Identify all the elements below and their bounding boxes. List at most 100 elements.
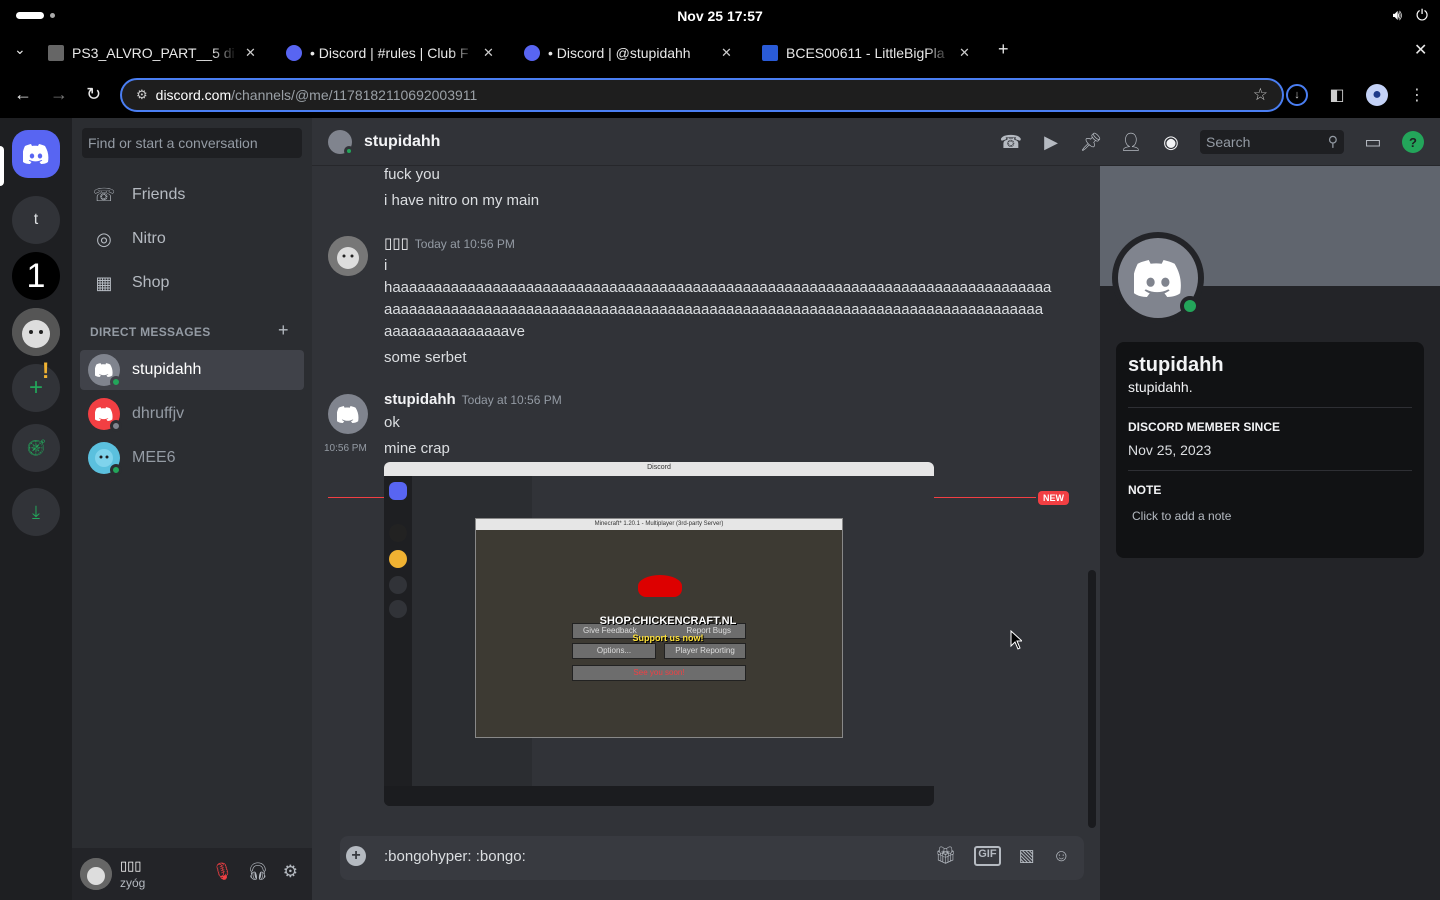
- server-1[interactable]: 1: [12, 252, 60, 300]
- download-icon: ⤓: [32, 501, 40, 522]
- server-t[interactable]: t: [12, 196, 60, 244]
- tab-discord-stupidahh[interactable]: • Discord | @stupidahh ✕: [524, 38, 732, 68]
- mute-mic-icon[interactable]: 🎙︎: [212, 862, 234, 882]
- chat-header: stupidahh ☎ ▶ 📌︎ 👤︎ ◉ Search ⚲ ▭ ?: [312, 118, 1440, 166]
- note-label: NOTE: [1128, 483, 1162, 497]
- address-bar[interactable]: ⚙ discord.com/channels/@me/1178182110692…: [120, 78, 1284, 112]
- nav-shop[interactable]: ▦ Shop: [80, 262, 304, 304]
- inbox-icon[interactable]: ▭: [1362, 131, 1384, 153]
- nav-friends[interactable]: ☏ Friends: [80, 174, 304, 216]
- close-tab-icon[interactable]: ✕: [959, 45, 970, 61]
- close-window-icon[interactable]: ✕: [1414, 40, 1427, 60]
- volume-icon[interactable]: 🔊︎: [1393, 7, 1402, 24]
- inner-server-icon: [389, 524, 407, 542]
- image-attachment[interactable]: Discord Minecraft* 1.20.1 - Multiplayer …: [384, 462, 934, 806]
- search-icon: ⚲: [1327, 133, 1338, 149]
- voice-call-icon[interactable]: ☎: [1000, 131, 1022, 153]
- attach-plus-icon[interactable]: +: [346, 846, 366, 866]
- search-input[interactable]: Search ⚲: [1200, 130, 1344, 154]
- new-badge: NEW: [1038, 491, 1069, 505]
- archive-icon: [48, 45, 64, 61]
- side-panel-icon[interactable]: ◧: [1326, 84, 1348, 106]
- system-clock[interactable]: Nov 25 17:57: [0, 8, 1440, 24]
- message-composer[interactable]: + :bongohyper: :bongo: 🎁︎ GIF ▧ ☺: [340, 836, 1084, 880]
- avatar[interactable]: [80, 858, 112, 890]
- dm-stupidahh[interactable]: stupidahh: [80, 350, 304, 390]
- add-server-button[interactable]: +: [12, 364, 60, 412]
- mouse-cursor-icon: [1010, 630, 1022, 650]
- note-input[interactable]: Click to add a note: [1132, 509, 1412, 523]
- message-author[interactable]: stupidahh: [384, 391, 456, 408]
- member-since-value: Nov 25, 2023: [1128, 442, 1212, 458]
- bookmark-star-icon[interactable]: ☆: [1253, 85, 1268, 105]
- browser-toolbar: ← → ↻ ⚙ discord.com/channels/@me/1178182…: [0, 72, 1440, 118]
- explore-servers-button[interactable]: 🧭︎: [12, 424, 60, 472]
- emoji-icon[interactable]: ☺: [1053, 846, 1070, 866]
- menu-icon[interactable]: ⋮: [1406, 84, 1428, 106]
- inner-server-icon: [389, 576, 407, 594]
- power-icon[interactable]: ⏻: [1416, 7, 1428, 24]
- tab-discord-rules[interactable]: • Discord | #rules | Club F ✕: [286, 38, 494, 68]
- avatar[interactable]: [328, 236, 368, 276]
- download-icon[interactable]: ↓: [1286, 84, 1308, 106]
- forward-icon[interactable]: →: [50, 84, 68, 105]
- discord-logo-icon: [1134, 259, 1181, 297]
- site-info-icon[interactable]: ⚙: [136, 87, 148, 103]
- home-button[interactable]: [12, 130, 60, 178]
- help-icon[interactable]: ?: [1402, 131, 1424, 153]
- avatar: [88, 398, 122, 432]
- close-tab-icon[interactable]: ✕: [721, 45, 732, 61]
- tab-bces[interactable]: BCES00611 - LittleBigPla ✕: [762, 38, 970, 68]
- message-header: stupidahh Today at 10:56 PM: [384, 391, 562, 408]
- server-avatar[interactable]: [12, 308, 60, 356]
- add-friends-to-dm-icon[interactable]: 👤︎: [1120, 131, 1143, 153]
- message-side-timestamp: 10:56 PM: [324, 443, 367, 454]
- download-apps-button[interactable]: ⤓: [12, 488, 60, 536]
- find-conversation-input[interactable]: Find or start a conversation: [82, 128, 302, 158]
- profile-username: stupidahh.: [1128, 379, 1193, 395]
- back-icon[interactable]: ←: [14, 84, 32, 105]
- profile-icon[interactable]: ●: [1366, 84, 1388, 106]
- nav-nitro[interactable]: ◎ Nitro: [80, 218, 304, 260]
- gift-icon[interactable]: 🎁︎: [935, 846, 957, 866]
- compass-icon: 🧭︎: [25, 440, 47, 457]
- avatar[interactable]: [328, 394, 368, 434]
- chat-scrollbar[interactable]: [1088, 570, 1096, 828]
- message-timestamp: Today at 10:56 PM: [414, 237, 515, 251]
- heart-icon: [638, 575, 682, 597]
- discord-logo-icon: [337, 405, 359, 423]
- avatar: [88, 354, 122, 388]
- message-author[interactable]: ▯▯▯: [384, 235, 409, 252]
- reload-icon[interactable]: ↻: [86, 84, 101, 105]
- video-call-icon[interactable]: ▶: [1040, 131, 1062, 153]
- gif-icon[interactable]: GIF: [974, 846, 1001, 866]
- discord-favicon-icon: [524, 45, 540, 61]
- message-text: haaaaaaaaaaaaaaaaaaaaaaaaaaaaaaaaaaaaaaa…: [384, 279, 1052, 296]
- user-profile-icon[interactable]: ◉: [1160, 131, 1182, 153]
- online-status-icon: [1180, 296, 1200, 316]
- online-status-icon: [110, 464, 122, 476]
- headphones-icon[interactable]: 🎧︎: [247, 862, 269, 882]
- message-text: ok: [384, 414, 400, 431]
- create-dm-icon[interactable]: +: [278, 320, 289, 341]
- new-tab-icon[interactable]: +: [998, 39, 1009, 60]
- browser-tab-bar: ⌄ PS3_ALVRO_PART__5 di ✕ • Discord | #ru…: [0, 32, 1440, 72]
- chat-title[interactable]: stupidahh: [364, 133, 440, 151]
- profile-avatar[interactable]: [1112, 232, 1204, 324]
- dm-dhruffjv[interactable]: dhruffjv: [80, 394, 304, 434]
- message-input[interactable]: :bongohyper: :bongo:: [384, 848, 526, 865]
- close-tab-icon[interactable]: ✕: [245, 45, 256, 61]
- mc-options-button: Options...: [572, 643, 656, 659]
- settings-gear-icon[interactable]: ⚙: [283, 862, 298, 882]
- pinned-messages-icon[interactable]: 📌︎: [1080, 131, 1103, 153]
- tab-list-chevron-icon[interactable]: ⌄: [14, 41, 26, 58]
- sticker-icon[interactable]: ▧: [1019, 846, 1035, 866]
- tab-ps3[interactable]: PS3_ALVRO_PART__5 di ✕: [48, 38, 256, 68]
- discord-logo-icon: [95, 363, 113, 377]
- close-tab-icon[interactable]: ✕: [483, 45, 494, 61]
- cat-avatar-icon: [12, 308, 60, 356]
- avatar: [328, 130, 354, 156]
- cat-avatar-icon: [328, 236, 368, 276]
- mc-shop-banner: SHOP.CHICKENCRAFT.NL Support us now!: [588, 575, 738, 643]
- dm-mee6[interactable]: MEE6: [80, 438, 304, 478]
